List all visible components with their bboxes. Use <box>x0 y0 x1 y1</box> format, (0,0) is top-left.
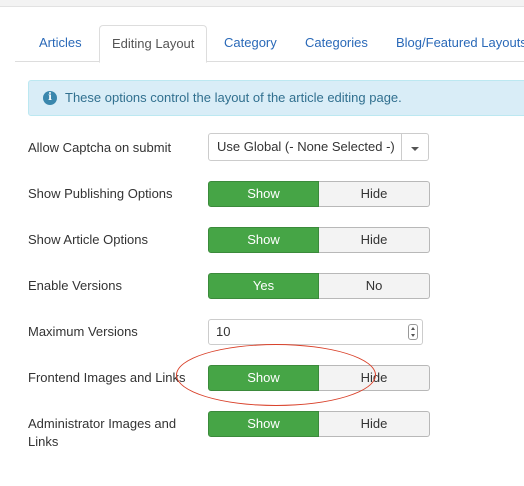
article-options-hide-button[interactable]: Hide <box>319 227 430 253</box>
number-spinner-icon[interactable] <box>408 324 418 340</box>
tab-articles[interactable]: Articles <box>27 25 94 62</box>
admin-images-toggle: Show Hide <box>208 411 431 437</box>
alert-text: These options control the layout of the … <box>65 90 402 105</box>
frontend-images-label: Frontend Images and Links <box>28 370 186 385</box>
enable-versions-label: Enable Versions <box>28 278 122 293</box>
article-options-label: Show Article Options <box>28 232 148 247</box>
tab-editing-layout[interactable]: Editing Layout <box>99 25 208 63</box>
frontend-images-hide-button[interactable]: Hide <box>319 365 430 391</box>
captcha-select-value: Use Global (- None Selected -) <box>217 139 395 154</box>
tab-blog-featured-layouts[interactable]: Blog/Featured Layouts <box>384 25 524 62</box>
max-versions-value: 10 <box>216 324 231 339</box>
admin-images-hide-button[interactable]: Hide <box>319 411 430 437</box>
info-alert: i These options control the layout of th… <box>28 80 524 116</box>
tab-category[interactable]: Category <box>212 25 289 62</box>
versions-no-button[interactable]: No <box>319 273 430 299</box>
info-icon: i <box>43 91 57 105</box>
captcha-label: Allow Captcha on submit <box>28 140 172 155</box>
admin-images-label: Administrator Images and Links <box>28 416 177 449</box>
article-options-toggle: Show Hide <box>208 227 431 253</box>
article-options-show-button[interactable]: Show <box>208 227 319 253</box>
publishing-hide-button[interactable]: Hide <box>319 181 430 207</box>
top-toolbar-edge <box>0 0 524 7</box>
publishing-options-label: Show Publishing Options <box>28 186 173 201</box>
captcha-select[interactable]: Use Global (- None Selected -) <box>208 133 429 161</box>
tab-categories[interactable]: Categories <box>293 25 380 62</box>
enable-versions-toggle: Yes No <box>208 273 431 299</box>
frontend-images-show-button[interactable]: Show <box>208 365 319 391</box>
publishing-options-toggle: Show Hide <box>208 181 431 207</box>
max-versions-label: Maximum Versions <box>28 324 138 339</box>
admin-images-show-button[interactable]: Show <box>208 411 319 437</box>
chevron-down-icon[interactable] <box>401 134 428 160</box>
publishing-show-button[interactable]: Show <box>208 181 319 207</box>
tab-bar: Articles Editing Layout Category Categor… <box>15 25 524 63</box>
versions-yes-button[interactable]: Yes <box>208 273 319 299</box>
max-versions-input[interactable]: 10 <box>208 319 423 345</box>
frontend-images-toggle: Show Hide <box>208 365 431 391</box>
